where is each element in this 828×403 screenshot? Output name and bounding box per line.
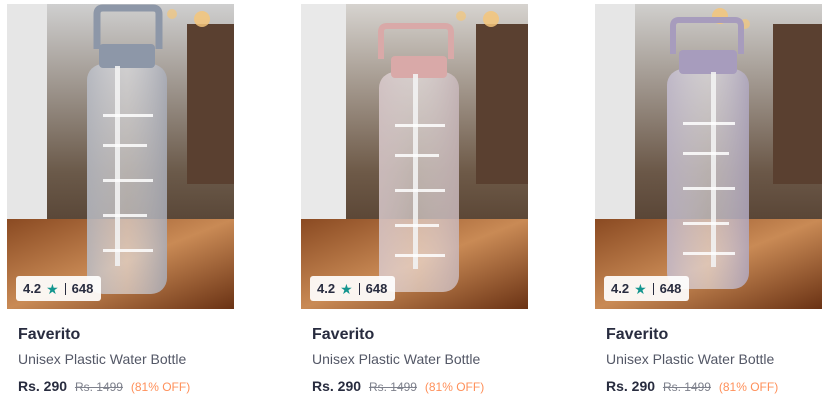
product-discount: (81% OFF) xyxy=(718,380,779,394)
product-card[interactable]: 4.2 ★ 648 Faverito Unisex Plastic Water … xyxy=(301,4,533,399)
price-row: Rs. 290 Rs. 1499 (81% OFF) xyxy=(606,377,827,396)
product-info: Faverito Unisex Plastic Water Bottle Rs.… xyxy=(301,325,533,396)
bottle-photo xyxy=(7,4,234,309)
product-brand: Faverito xyxy=(606,326,669,343)
product-mrp: Rs. 1499 xyxy=(368,380,417,394)
rating-value: 4.2 xyxy=(317,281,336,296)
product-info: Faverito Unisex Plastic Water Bottle Rs.… xyxy=(7,325,239,396)
star-icon: ★ xyxy=(634,280,647,297)
product-discount: (81% OFF) xyxy=(424,380,485,394)
product-card[interactable]: 4.2 ★ 648 Faverito Unisex Plastic Water … xyxy=(595,4,827,399)
product-price: Rs. 290 xyxy=(606,378,656,394)
rating-badge: 4.2 ★ 648 xyxy=(310,276,396,301)
product-name: Unisex Plastic Water Bottle xyxy=(312,351,481,367)
product-name: Unisex Plastic Water Bottle xyxy=(606,351,775,367)
rating-divider xyxy=(358,282,360,295)
product-discount: (81% OFF) xyxy=(130,380,191,394)
product-image[interactable]: 4.2 ★ 648 xyxy=(301,4,528,309)
product-card[interactable]: 4.2 ★ 648 Faverito Unisex Plastic Water … xyxy=(7,4,239,399)
bottle-photo xyxy=(301,4,528,309)
rating-badge: 4.2 ★ 648 xyxy=(16,276,102,301)
rating-count: 648 xyxy=(71,281,94,296)
product-price: Rs. 290 xyxy=(312,378,362,394)
product-info: Faverito Unisex Plastic Water Bottle Rs.… xyxy=(595,325,827,396)
product-image[interactable]: 4.2 ★ 648 xyxy=(7,4,234,309)
product-mrp: Rs. 1499 xyxy=(662,380,711,394)
product-grid: 4.2 ★ 648 Faverito Unisex Plastic Water … xyxy=(0,0,828,403)
rating-count: 648 xyxy=(659,281,682,296)
product-mrp: Rs. 1499 xyxy=(74,380,123,394)
product-image[interactable]: 4.2 ★ 648 xyxy=(595,4,822,309)
bottle-photo xyxy=(595,4,822,309)
price-row: Rs. 290 Rs. 1499 (81% OFF) xyxy=(312,377,533,396)
product-brand: Faverito xyxy=(18,326,81,343)
rating-divider xyxy=(652,282,654,295)
product-brand: Faverito xyxy=(312,326,375,343)
star-icon: ★ xyxy=(340,280,353,297)
star-icon: ★ xyxy=(46,280,59,297)
rating-value: 4.2 xyxy=(23,281,42,296)
rating-value: 4.2 xyxy=(611,281,630,296)
rating-count: 648 xyxy=(365,281,388,296)
price-row: Rs. 290 Rs. 1499 (81% OFF) xyxy=(18,377,239,396)
product-price: Rs. 290 xyxy=(18,378,68,394)
product-name: Unisex Plastic Water Bottle xyxy=(18,351,187,367)
rating-badge: 4.2 ★ 648 xyxy=(604,276,690,301)
rating-divider xyxy=(64,282,66,295)
